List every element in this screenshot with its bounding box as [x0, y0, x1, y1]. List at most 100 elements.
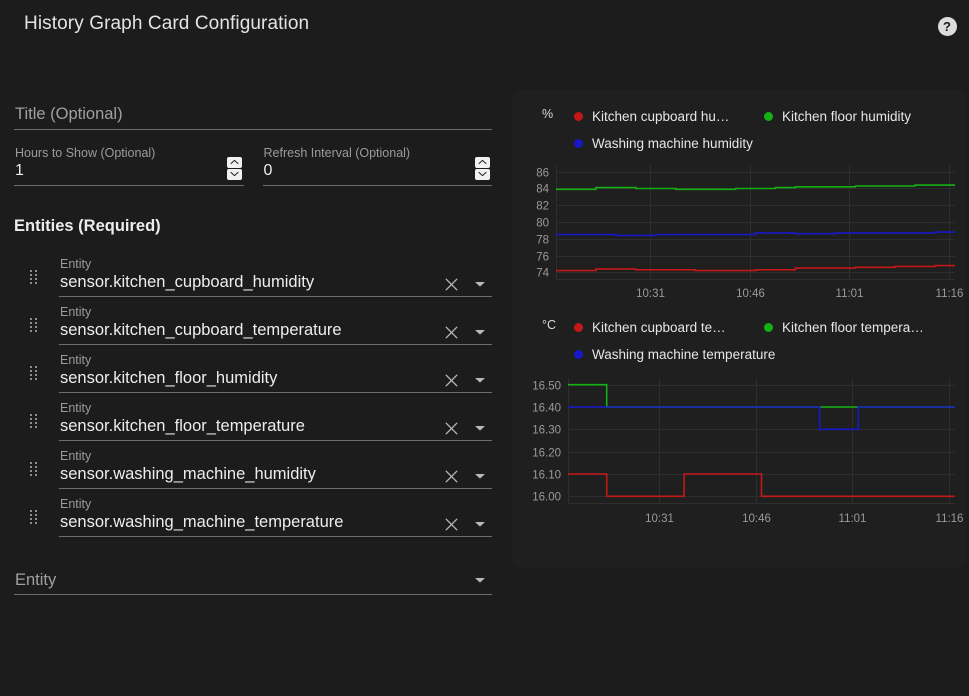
clear-icon[interactable]: [441, 513, 461, 535]
humidity-unit-label: %: [542, 107, 554, 121]
clear-icon[interactable]: [441, 321, 461, 343]
entity-row-actions: [441, 513, 490, 535]
entity-field-value: sensor.washing_machine_humidity: [60, 465, 316, 483]
chevron-up-icon[interactable]: [226, 156, 242, 168]
y-axis-tick: 16.50: [532, 381, 561, 393]
chevron-down-icon[interactable]: [226, 168, 242, 180]
chevron-down-icon[interactable]: [470, 465, 490, 487]
chevron-down-icon[interactable]: [470, 369, 490, 391]
entity-field-label: Entity: [60, 401, 92, 415]
clear-icon[interactable]: [441, 273, 461, 295]
temperature-chart-legend: °C Kitchen cupboard te… Kitchen floor te…: [534, 314, 959, 368]
legend-label: Kitchen cupboard hu…: [592, 109, 730, 124]
temperature-chart: °C Kitchen cupboard te… Kitchen floor te…: [512, 307, 967, 533]
drag-handle-icon[interactable]: [23, 506, 45, 528]
legend-label: Kitchen floor humidity: [782, 109, 912, 124]
entity-row: Entity sensor.kitchen_floor_temperature: [14, 393, 492, 441]
drag-handle-icon[interactable]: [23, 458, 45, 480]
y-axis-tick: 16.40: [532, 403, 561, 415]
chevron-down-icon[interactable]: [470, 569, 490, 591]
config-form: Title (Optional) Hours to Show (Optional…: [14, 100, 492, 595]
drag-handle-icon[interactable]: [23, 362, 45, 384]
entity-row: Entity sensor.kitchen_floor_humidity: [14, 345, 492, 393]
clear-icon[interactable]: [441, 417, 461, 439]
entity-field-value: sensor.kitchen_cupboard_temperature: [60, 321, 342, 339]
humidity-plot-svg: 74 76 78 80 82 84 86 10:31 10:46 11:01 11:16: [536, 165, 963, 300]
entity-field-label: Entity: [60, 305, 92, 319]
humidity-chart: % Kitchen cupboard hu… Kitchen floor hum…: [512, 90, 967, 307]
entity-picker[interactable]: Entity sensor.washing_machine_humidity: [59, 449, 492, 489]
refresh-interval-stepper[interactable]: [475, 155, 490, 181]
y-axis-tick: 82: [536, 201, 549, 213]
entity-field-label: Entity: [60, 257, 92, 271]
series-line: [556, 264, 955, 272]
legend-item[interactable]: Kitchen floor humidity: [764, 103, 954, 130]
chevron-down-icon[interactable]: [470, 513, 490, 535]
legend-label: Kitchen cupboard te…: [592, 320, 726, 335]
drag-handle-icon[interactable]: [23, 314, 45, 336]
legend-color-dot: [574, 350, 583, 359]
legend-item[interactable]: Kitchen cupboard hu…: [574, 103, 764, 130]
entity-row: Entity sensor.washing_machine_temperatur…: [14, 489, 492, 537]
y-axis-tick: 84: [536, 184, 549, 196]
legend-item[interactable]: Kitchen cupboard te…: [574, 314, 764, 341]
legend-item[interactable]: Washing machine temperature: [574, 341, 959, 368]
hours-to-show-label: Hours to Show (Optional): [15, 146, 156, 160]
legend-label: Washing machine humidity: [592, 136, 753, 151]
entity-picker[interactable]: Entity sensor.washing_machine_temperatur…: [59, 497, 492, 537]
new-entity-placeholder: Entity: [15, 571, 57, 589]
chevron-down-icon[interactable]: [475, 168, 490, 180]
title-field[interactable]: Title (Optional): [14, 100, 492, 130]
hours-to-show-stepper[interactable]: [226, 155, 242, 181]
entity-field-value: sensor.kitchen_cupboard_humidity: [60, 273, 315, 291]
x-axis-tick: 10:31: [636, 288, 665, 300]
entity-field-label: Entity: [60, 497, 92, 511]
drag-handle-icon[interactable]: [23, 410, 45, 432]
refresh-interval-label: Refresh Interval (Optional): [263, 146, 411, 160]
entity-picker[interactable]: Entity sensor.kitchen_floor_temperature: [59, 401, 492, 441]
clear-icon[interactable]: [441, 369, 461, 391]
chevron-up-icon[interactable]: [475, 156, 490, 168]
y-axis-tick: 16.00: [532, 492, 561, 504]
card-preview: % Kitchen cupboard hu… Kitchen floor hum…: [512, 90, 967, 568]
entity-field-value: sensor.kitchen_floor_temperature: [60, 417, 305, 435]
y-axis-tick: 16.30: [532, 425, 561, 437]
temperature-plot-svg: 16.00 16.10 16.20 16.30 16.40 16.50 10:31 10:46…: [532, 378, 963, 525]
entity-row-actions: [441, 369, 490, 391]
entity-picker[interactable]: Entity sensor.kitchen_cupboard_humidity: [59, 257, 492, 297]
chevron-down-icon[interactable]: [470, 273, 490, 295]
y-axis-tick: 78: [536, 235, 549, 247]
series-line: [556, 231, 955, 237]
entity-picker[interactable]: Entity sensor.kitchen_cupboard_temperatu…: [59, 305, 492, 345]
new-entity-picker[interactable]: Entity: [14, 562, 492, 595]
legend-item[interactable]: Kitchen floor tempera…: [764, 314, 954, 341]
x-axis-tick: 10:46: [742, 513, 771, 525]
hours-to-show-field[interactable]: Hours to Show (Optional) 1: [14, 146, 244, 186]
chevron-down-icon[interactable]: [470, 417, 490, 439]
temperature-plot: 16.00 16.10 16.20 16.30 16.40 16.50 10:31 10:46…: [512, 368, 967, 533]
title-input-placeholder: Title (Optional): [15, 105, 123, 123]
drag-handle-icon[interactable]: [23, 266, 45, 288]
series-line: [568, 406, 955, 431]
refresh-interval-field[interactable]: Refresh Interval (Optional) 0: [262, 146, 492, 186]
clear-icon[interactable]: [441, 465, 461, 487]
temperature-unit-label: °C: [542, 318, 557, 332]
chevron-down-icon[interactable]: [470, 321, 490, 343]
entities-list: Entity sensor.kitchen_cupboard_humidity: [14, 249, 492, 537]
x-axis-tick: 11:01: [839, 513, 867, 525]
legend-label: Kitchen floor tempera…: [782, 320, 924, 335]
help-circle-icon: ?: [937, 16, 957, 36]
entities-heading: Entities (Required): [14, 217, 161, 235]
y-axis-tick: 16.20: [532, 448, 561, 460]
legend-item[interactable]: Washing machine humidity: [574, 130, 959, 157]
humidity-plot: 74 76 78 80 82 84 86 10:31 10:46 11:01 11:16: [512, 157, 967, 307]
page-title: History Graph Card Configuration: [24, 13, 310, 34]
numeric-fields-row: Hours to Show (Optional) 1 Refresh Inter…: [14, 146, 492, 186]
entity-picker[interactable]: Entity sensor.kitchen_floor_humidity: [59, 353, 492, 393]
help-button[interactable]: ?: [933, 12, 961, 40]
entity-row-actions: [441, 273, 490, 295]
y-axis-tick: 16.10: [532, 470, 561, 482]
entity-row-actions: [441, 465, 490, 487]
legend-color-dot: [574, 323, 583, 332]
dialog-root: History Graph Card Configuration ? Title…: [0, 0, 969, 696]
